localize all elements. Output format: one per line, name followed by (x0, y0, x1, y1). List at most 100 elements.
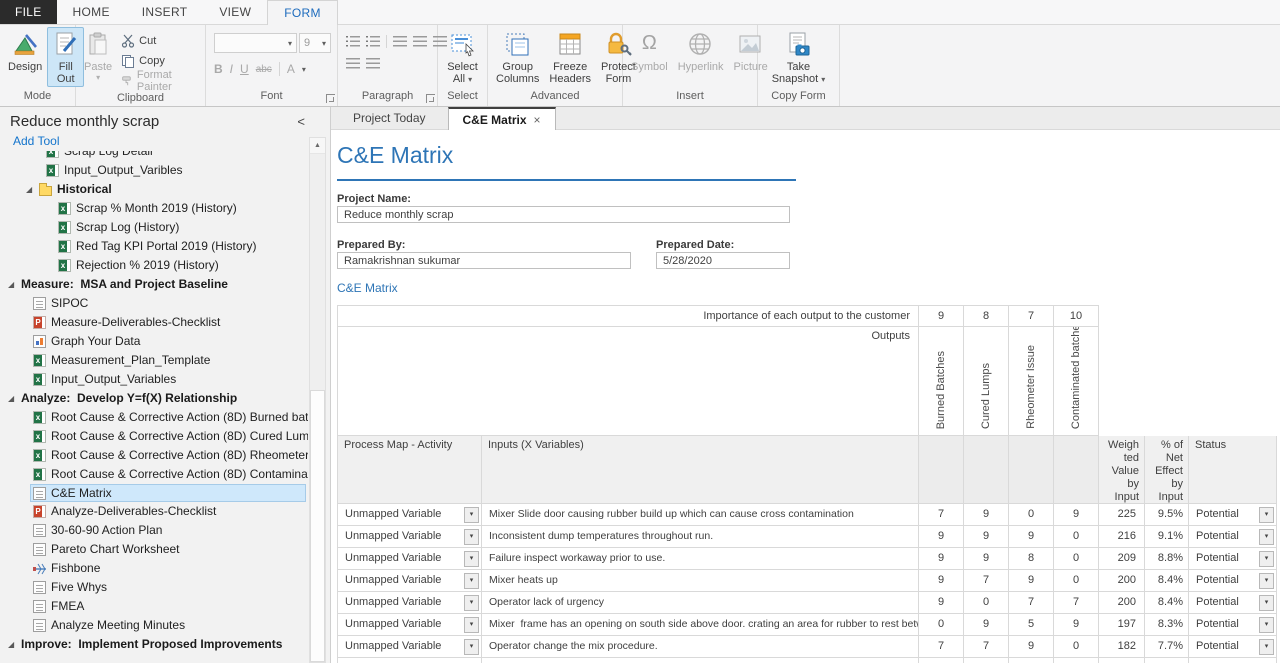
tree-item[interactable]: Five Whys (0, 578, 308, 597)
dropdown-button[interactable]: ▾ (1259, 639, 1274, 655)
status-dropdown[interactable]: Potential▾ (1189, 548, 1277, 570)
output-header-cell[interactable]: Cured Lumps (964, 327, 1009, 436)
output-header-cell[interactable]: Burned Batches (919, 327, 964, 436)
tree-item[interactable]: Analyze Meeting Minutes (0, 616, 308, 635)
tree-item[interactable]: Graph Your Data (0, 332, 308, 351)
score-cell[interactable]: 9 (919, 526, 964, 548)
dropdown-button[interactable]: ▾ (1259, 507, 1274, 523)
cut-button[interactable]: Cut (117, 31, 202, 51)
copy-button[interactable]: Copy (117, 51, 202, 71)
dropdown-button[interactable]: ▾ (464, 639, 479, 655)
tree-item[interactable]: Scrap Log Detail (0, 151, 308, 161)
activity-dropdown[interactable]: Unmapped Variable▾ (337, 526, 482, 548)
dropdown-button[interactable]: ▾ (1259, 529, 1274, 545)
dropdown-button[interactable]: ▾ (464, 529, 479, 545)
input-variable-cell[interactable]: Mixer heats up (482, 570, 919, 592)
tree-item[interactable]: Scrap Log (History) (0, 218, 308, 237)
take-snapshot-button[interactable]: Take Snapshot ▾ (767, 27, 831, 88)
importance-value-cell[interactable]: 9 (919, 305, 964, 327)
input-variable-cell[interactable]: Inconsistent dump temperatures throughou… (482, 526, 919, 548)
score-cell[interactable]: 9 (964, 548, 1009, 570)
activity-dropdown[interactable]: Unmapped Variable▾ (337, 636, 482, 658)
ribbon-tab-file[interactable]: FILE (0, 0, 57, 24)
score-cell[interactable]: 0 (964, 592, 1009, 614)
expander-icon[interactable]: ◢ (8, 635, 21, 654)
tree-item[interactable]: Measurement_Plan_Template (0, 351, 308, 370)
scrollbar-up-icon[interactable]: ▲ (310, 138, 325, 154)
select-all-button[interactable]: Select All ▾ (441, 27, 484, 88)
close-icon[interactable]: × (534, 113, 541, 127)
score-cell[interactable]: 7 (919, 636, 964, 658)
status-dropdown[interactable]: Potential▾ (1189, 504, 1277, 526)
score-cell[interactable] (964, 658, 1009, 663)
status-dropdown[interactable]: Potential▾ (1189, 614, 1277, 636)
freeze-headers-button[interactable]: Freeze Headers (544, 27, 596, 87)
dropdown-button[interactable]: ▾ (1259, 617, 1274, 633)
score-cell[interactable]: 7 (964, 636, 1009, 658)
activity-dropdown[interactable]: Unmapped Variable▾ (337, 614, 482, 636)
tree-item[interactable]: Pareto Chart Worksheet (0, 540, 308, 559)
activity-cell[interactable] (337, 658, 482, 663)
score-cell[interactable]: 9 (964, 614, 1009, 636)
score-cell[interactable]: 9 (919, 548, 964, 570)
add-tool-link[interactable]: Add Tool (13, 134, 59, 148)
tree-item[interactable]: Rejection % 2019 (History) (0, 256, 308, 275)
importance-value-cell[interactable]: 8 (964, 305, 1009, 327)
input-variable-cell[interactable]: Failure inspect workaway prior to use. (482, 548, 919, 570)
score-cell[interactable] (1054, 658, 1099, 663)
dropdown-button[interactable]: ▾ (464, 573, 479, 589)
tree-item[interactable]: Fishbone (0, 559, 308, 578)
score-cell[interactable]: 7 (1009, 592, 1054, 614)
tree-folder-historical[interactable]: ◢Historical (0, 180, 308, 199)
score-cell[interactable]: 7 (919, 504, 964, 526)
score-cell[interactable]: 7 (1054, 592, 1099, 614)
tree-item[interactable]: Measure-Deliverables-Checklist (0, 313, 308, 332)
ribbon-tab-insert[interactable]: INSERT (126, 0, 204, 24)
input-variable-cell[interactable]: Mixer Slide door causing rubber build up… (482, 504, 919, 526)
score-cell[interactable]: 9 (1054, 614, 1099, 636)
expander-icon[interactable]: ◢ (26, 180, 39, 199)
prepared-by-field[interactable] (337, 252, 631, 269)
scrollbar-thumb[interactable] (310, 390, 325, 662)
dropdown-button[interactable]: ▾ (464, 507, 479, 523)
project-name-field[interactable] (337, 206, 790, 223)
dropdown-button[interactable]: ▾ (464, 617, 479, 633)
score-cell[interactable]: 0 (1054, 636, 1099, 658)
status-dropdown[interactable]: Potential▾ (1189, 526, 1277, 548)
tree-section-analyze[interactable]: ◢Analyze: Develop Y=f(X) Relationship (0, 389, 308, 408)
score-cell[interactable]: 7 (964, 570, 1009, 592)
expander-icon[interactable]: ◢ (8, 389, 21, 408)
tree-item[interactable]: SIPOC (0, 294, 308, 313)
tab-project-today[interactable]: Project Today (331, 107, 448, 129)
importance-value-cell[interactable]: 10 (1054, 305, 1099, 327)
input-variable-cell[interactable]: Operator change the mix procedure. (482, 636, 919, 658)
score-cell[interactable]: 0 (1054, 548, 1099, 570)
ribbon-tab-form[interactable]: FORM (267, 0, 338, 25)
activity-dropdown[interactable]: Unmapped Variable▾ (337, 592, 482, 614)
tab-ce-matrix[interactable]: C&E Matrix × (448, 107, 556, 130)
score-cell[interactable] (1009, 658, 1054, 663)
tree-item[interactable]: Root Cause & Corrective Action (8D) Burn… (0, 408, 308, 427)
ribbon-tab-home[interactable]: HOME (57, 0, 126, 24)
dropdown-button[interactable]: ▾ (1259, 595, 1274, 611)
design-button[interactable]: Design (3, 27, 47, 75)
sidebar-scrollbar[interactable]: ▲ (309, 137, 326, 663)
output-header-cell[interactable]: Contaminated batches (1054, 327, 1099, 436)
importance-value-cell[interactable]: 7 (1009, 305, 1054, 327)
score-cell[interactable]: 0 (1054, 526, 1099, 548)
group-columns-button[interactable]: Group Columns (491, 27, 544, 87)
tree-item[interactable]: Red Tag KPI Portal 2019 (History) (0, 237, 308, 256)
score-cell[interactable]: 9 (1054, 504, 1099, 526)
status-dropdown[interactable]: Potential▾ (1189, 636, 1277, 658)
input-variable-cell[interactable]: Mixer frame has an opening on south side… (482, 614, 919, 636)
tree-item[interactable]: Scrap % Month 2019 (History) (0, 199, 308, 218)
tree-section-improve[interactable]: ◢Improve: Implement Proposed Improvement… (0, 635, 308, 654)
status-dropdown[interactable]: Potential▾ (1189, 592, 1277, 614)
dropdown-button[interactable]: ▾ (464, 551, 479, 567)
tree-item[interactable]: Root Cause & Corrective Action (8D) Cure… (0, 427, 308, 446)
tree-item[interactable]: Analyze-Deliverables-Checklist (0, 502, 308, 521)
status-cell[interactable] (1189, 658, 1277, 663)
input-variable-cell[interactable] (482, 658, 919, 663)
score-cell[interactable]: 9 (919, 592, 964, 614)
tree-item[interactable]: FMEA (0, 597, 308, 616)
